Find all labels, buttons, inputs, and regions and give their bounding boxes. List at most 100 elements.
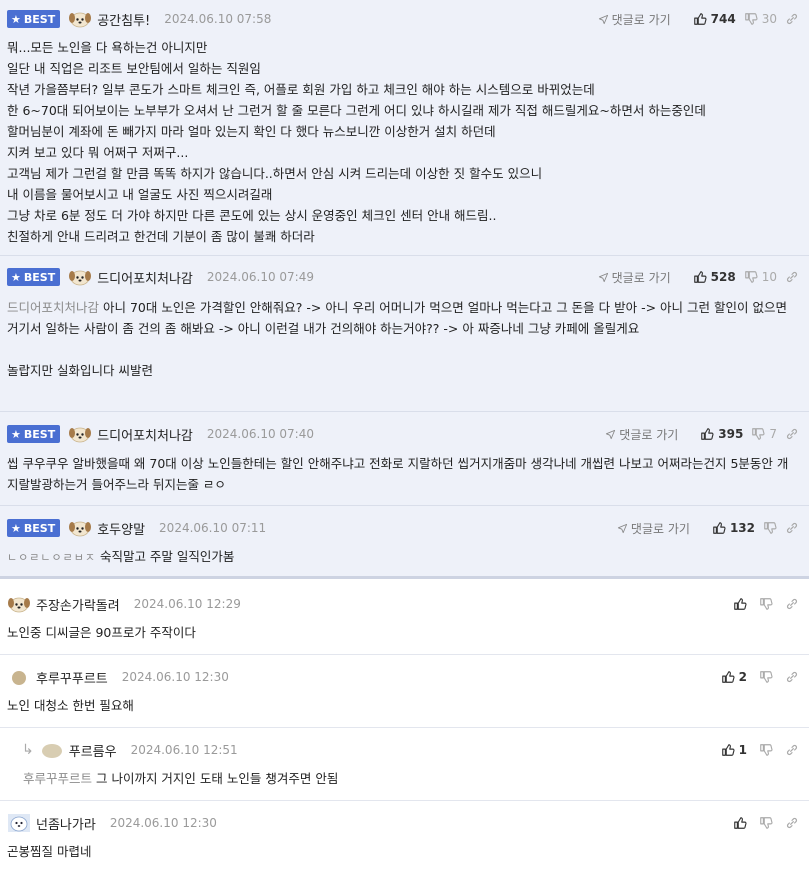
- comment-time: 2024.06.10 12:30: [109, 816, 217, 830]
- author-nickname[interactable]: 푸르름우: [69, 741, 117, 760]
- upvote-button[interactable]: 132: [712, 521, 755, 535]
- downvote-button[interactable]: [759, 816, 773, 830]
- downvote-button[interactable]: 7: [751, 427, 777, 441]
- thumb-down-icon: [759, 743, 773, 757]
- link-icon: [785, 670, 799, 684]
- pin-icon: [598, 14, 609, 25]
- thumb-down-icon: [759, 816, 773, 830]
- comment-time: 2024.06.10 07:11: [159, 521, 267, 535]
- comment-body: 노인중 디씨글은 90프로가 주작이다: [7, 625, 196, 640]
- thumb-up-icon: [721, 670, 735, 684]
- thumb-down-icon: [744, 12, 758, 26]
- downvote-count: 30: [761, 12, 777, 26]
- best-comment: ★ BEST 드디어포치처나감 2024.06.10 07:40 댓글로 가기 3…: [0, 412, 809, 506]
- share-link-button[interactable]: [785, 816, 799, 830]
- link-icon: [785, 743, 799, 757]
- author-nickname[interactable]: 후루꾸푸르트: [36, 668, 108, 687]
- upvote-button[interactable]: 395: [700, 427, 743, 441]
- thumb-down-icon: [759, 597, 773, 611]
- avatar[interactable]: [68, 519, 92, 537]
- link-icon: [785, 12, 799, 26]
- downvote-button[interactable]: 30: [744, 12, 777, 26]
- share-link-button[interactable]: [785, 427, 799, 441]
- thumb-down-icon: [744, 270, 758, 284]
- upvote-count: 2: [738, 670, 747, 684]
- comment-body: 곤봉찜질 마렵네: [7, 844, 92, 859]
- thumb-up-icon: [721, 743, 735, 757]
- link-icon: [785, 427, 799, 441]
- mention[interactable]: 후루꾸푸르트: [23, 771, 92, 786]
- comment-time: 2024.06.10 07:49: [206, 270, 314, 284]
- avatar[interactable]: [68, 10, 92, 28]
- downvote-button[interactable]: [763, 521, 777, 535]
- best-comment: ★ BEST 공간침투! 2024.06.10 07:58 댓글로 가기 744 …: [0, 0, 809, 256]
- pin-icon: [598, 272, 609, 283]
- pin-icon: [617, 523, 628, 534]
- star-icon: ★: [11, 12, 21, 26]
- upvote-button[interactable]: 2: [721, 670, 747, 684]
- comment-time: 2024.06.10 07:58: [164, 12, 272, 26]
- avatar[interactable]: [68, 425, 92, 443]
- share-link-button[interactable]: [785, 670, 799, 684]
- comment: 넌좀나가라 2024.06.10 12:30 곤봉찜질 마렵네: [0, 801, 809, 870]
- star-icon: ★: [11, 521, 21, 535]
- go-to-comment-link[interactable]: 댓글로 가기: [598, 269, 671, 286]
- comment: 주장손가락돌려 2024.06.10 12:29 노인중 디씨글은 90프로가 …: [0, 582, 809, 655]
- best-badge: ★ BEST: [7, 268, 61, 286]
- star-icon: ★: [11, 427, 21, 441]
- thumb-up-icon: [693, 270, 707, 284]
- upvote-count: 395: [718, 427, 744, 441]
- link-icon: [785, 816, 799, 830]
- link-icon: [785, 521, 799, 535]
- reply-arrow-icon: ↳: [22, 742, 34, 758]
- comment-time: 2024.06.10 12:51: [130, 743, 238, 757]
- go-to-comment-link[interactable]: 댓글로 가기: [617, 520, 690, 537]
- comment-time: 2024.06.10 07:40: [206, 427, 314, 441]
- link-icon: [785, 597, 799, 611]
- thumb-down-icon: [763, 521, 777, 535]
- mention[interactable]: 드디어포치처나감: [7, 300, 99, 315]
- avatar[interactable]: [7, 595, 31, 613]
- upvote-button[interactable]: 1: [721, 743, 747, 757]
- upvote-count: 1: [738, 743, 747, 757]
- avatar[interactable]: [7, 814, 31, 832]
- share-link-button[interactable]: [785, 12, 799, 26]
- downvote-count: 7: [769, 427, 777, 441]
- author-nickname[interactable]: 드디어포치처나감: [97, 425, 193, 444]
- author-nickname[interactable]: 넌좀나가라: [36, 814, 96, 833]
- best-comment: ★ BEST 호두양말 2024.06.10 07:11 댓글로 가기 132 ㄴ…: [0, 506, 809, 579]
- comment-body: 후루꾸푸르트 그 나이까지 거지인 도태 노인들 챙겨주면 안됨: [23, 771, 339, 786]
- share-link-button[interactable]: [785, 521, 799, 535]
- avatar[interactable]: [40, 741, 64, 759]
- best-comment: ★ BEST 드디어포치처나감 2024.06.10 07:49 댓글로 가기 5…: [0, 256, 809, 412]
- comment-body: 씹 쿠우쿠우 알바했을때 왜 70대 이상 노인들한테는 할인 안해주냐고 전화…: [7, 456, 789, 492]
- thumb-down-icon: [759, 670, 773, 684]
- upvote-button[interactable]: 528: [693, 270, 736, 284]
- go-to-comment-link[interactable]: 댓글로 가기: [598, 11, 671, 28]
- share-link-button[interactable]: [785, 743, 799, 757]
- link-icon: [785, 270, 799, 284]
- author-nickname[interactable]: 호두양말: [97, 519, 145, 538]
- downvote-button[interactable]: [759, 743, 773, 757]
- comment-body: 드디어포치처나감 아니 70대 노인은 가격할인 안해줘요? -> 아니 우리 …: [7, 300, 787, 378]
- author-nickname[interactable]: 공간침투!: [97, 10, 150, 29]
- downvote-button[interactable]: [759, 597, 773, 611]
- thumb-up-icon: [712, 521, 726, 535]
- best-badge: ★ BEST: [7, 425, 61, 443]
- thumb-up-icon: [733, 597, 747, 611]
- star-icon: ★: [11, 270, 21, 284]
- upvote-count: 132: [729, 521, 755, 535]
- go-to-comment-link[interactable]: 댓글로 가기: [605, 426, 678, 443]
- upvote-button[interactable]: [733, 597, 747, 611]
- avatar[interactable]: [68, 268, 92, 286]
- author-nickname[interactable]: 드디어포치처나감: [97, 268, 193, 287]
- reply-comment: ↳ 푸르름우 2024.06.10 12:51 1 후루꾸푸르트 그 나이까지 …: [0, 728, 809, 801]
- share-link-button[interactable]: [785, 597, 799, 611]
- avatar[interactable]: [7, 668, 31, 686]
- share-link-button[interactable]: [785, 270, 799, 284]
- author-nickname[interactable]: 주장손가락돌려: [36, 595, 120, 614]
- downvote-button[interactable]: [759, 670, 773, 684]
- upvote-button[interactable]: 744: [693, 12, 736, 26]
- downvote-button[interactable]: 10: [744, 270, 777, 284]
- upvote-button[interactable]: [733, 816, 747, 830]
